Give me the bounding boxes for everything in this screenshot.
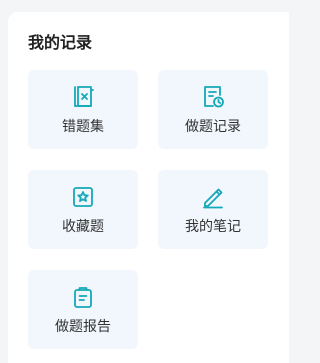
practice-report-tile[interactable]: 做题报告 xyxy=(28,270,138,349)
wrong-questions-label: 错题集 xyxy=(62,119,104,135)
pencil-note-icon xyxy=(200,184,226,210)
practice-history-label: 做题记录 xyxy=(185,119,241,135)
my-notes-tile[interactable]: 我的笔记 xyxy=(158,170,268,249)
wrong-questions-tile[interactable]: 错题集 xyxy=(28,70,138,149)
practice-history-tile[interactable]: 做题记录 xyxy=(158,70,268,149)
wrong-book-icon xyxy=(70,84,96,110)
clipboard-report-icon xyxy=(70,284,96,310)
practice-report-label: 做题报告 xyxy=(55,319,111,335)
section-title: 我的记录 xyxy=(28,33,93,52)
favorite-questions-label: 收藏题 xyxy=(62,219,104,235)
favorite-questions-tile[interactable]: 收藏题 xyxy=(28,170,138,249)
my-records-card: 我的记录 错题集 做题记录 收藏题 我的笔记 做题报告 xyxy=(8,12,289,363)
my-notes-label: 我的笔记 xyxy=(185,219,241,235)
history-clock-icon xyxy=(200,84,226,110)
star-bookmark-icon xyxy=(70,184,96,210)
